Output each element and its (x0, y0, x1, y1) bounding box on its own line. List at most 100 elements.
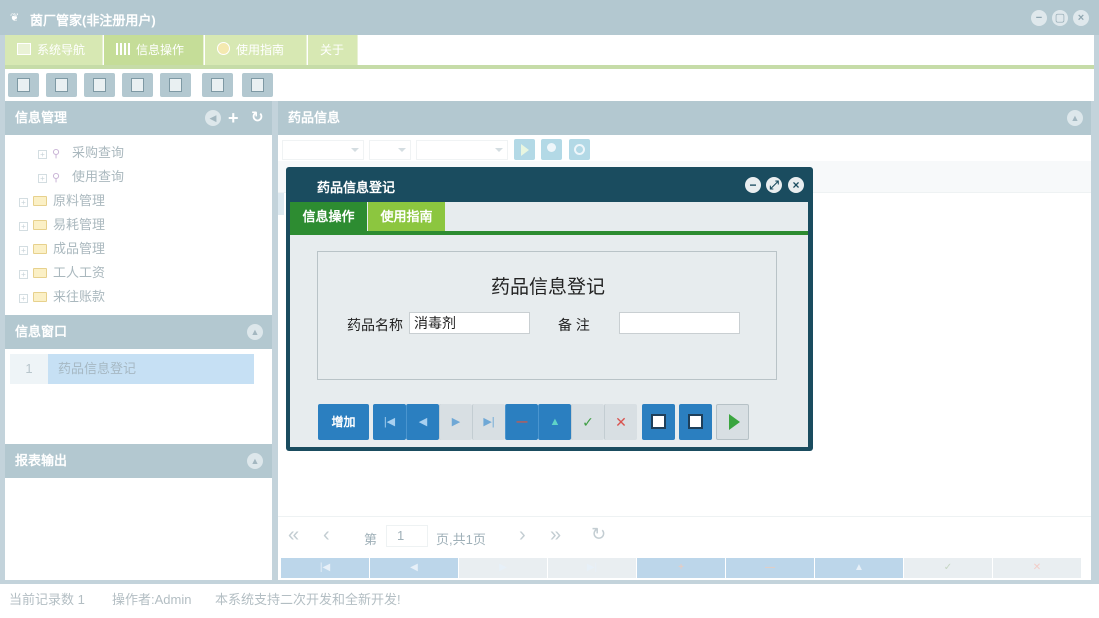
user-search-icon (547, 143, 556, 152)
remark-input[interactable] (619, 312, 740, 334)
search-tool-button[interactable] (8, 73, 39, 97)
tree-item-accounts[interactable]: + 来往账款 (19, 285, 105, 309)
next-button[interactable]: ▶ (439, 404, 472, 440)
monitor-icon (17, 43, 31, 55)
dialog-tab-user-guide[interactable]: 使用指南 (368, 202, 445, 231)
preview-icon (688, 414, 703, 429)
reset-button[interactable] (569, 139, 590, 160)
info-window-header: 信息窗口 ▲ (5, 315, 272, 349)
dialog-body: 信息操作 使用指南 药品信息登记 药品名称 备 注 增加 |◀ ◀ ▶ ▶| —… (290, 202, 808, 447)
first-button[interactable]: |◀ (373, 404, 406, 440)
delete-record-button[interactable]: — (726, 558, 814, 578)
last-page-icon[interactable]: » (550, 524, 561, 547)
next-record-button[interactable]: ▶ (459, 558, 547, 578)
tree-item-wages[interactable]: + 工人工资 (19, 261, 105, 285)
first-page-icon[interactable]: « (288, 524, 299, 547)
main-tab-bar: 系统导航 信息操作 使用指南 关于 (5, 35, 1094, 69)
tree-item-label: 来往账款 (53, 289, 106, 304)
info-window-body: 1 药品信息登记 (5, 349, 272, 444)
user-icon (131, 78, 144, 92)
collapse-icon[interactable]: ▲ (247, 453, 263, 469)
last-button[interactable]: ▶| (472, 404, 505, 440)
add-icon[interactable]: + (228, 101, 239, 135)
collapse-icon[interactable]: ▲ (247, 324, 263, 340)
refresh-page-icon[interactable]: ↻ (591, 524, 606, 545)
prev-page-icon[interactable]: ‹ (323, 524, 330, 547)
tree-item-label: 工人工资 (53, 265, 106, 280)
dialog-title: 药品信息登记 (317, 180, 396, 195)
tab-system-nav[interactable]: 系统导航 (5, 35, 103, 65)
preview-tool-button[interactable] (160, 73, 191, 97)
user-tool-button[interactable] (122, 73, 153, 97)
next-page-icon[interactable]: › (519, 524, 526, 547)
expand-icon: + (19, 246, 28, 255)
tree-item-raw-material[interactable]: + 原料管理 (19, 189, 105, 213)
preview-icon (169, 78, 182, 92)
expand-icon: + (38, 150, 47, 159)
prev-button[interactable]: ◀ (406, 404, 439, 440)
grid-icon (116, 43, 130, 55)
run-button[interactable] (716, 404, 749, 440)
tree-item-label: 成品管理 (53, 241, 106, 256)
confirm-record-button[interactable]: ✓ (904, 558, 992, 578)
expand-icon: + (38, 174, 47, 183)
tree-item-label: 采购查询 (72, 145, 125, 160)
collapse-icon[interactable]: ▲ (1067, 110, 1083, 126)
play-icon (729, 414, 740, 430)
drug-name-label: 药品名称 (347, 317, 403, 333)
delete-button[interactable]: — (505, 404, 538, 440)
panel-title: 信息管理 (15, 110, 68, 125)
print-button[interactable] (642, 404, 675, 440)
filter-operator-select[interactable] (369, 140, 411, 160)
drug-name-input[interactable] (409, 312, 530, 334)
export-tool-button[interactable] (202, 73, 233, 97)
dialog-maximize-icon[interactable]: ⤢ (766, 177, 782, 193)
restore-icon[interactable]: ▢ (1052, 10, 1068, 26)
cancel-button[interactable]: ✕ (604, 404, 637, 440)
document-tool-button[interactable] (84, 73, 115, 97)
dialog-minimize-icon[interactable]: − (745, 177, 761, 193)
minimize-icon[interactable]: − (1031, 10, 1047, 26)
filter-value-select[interactable] (416, 140, 508, 160)
first-record-button[interactable]: |◀ (281, 558, 369, 578)
dialog-tab-info-ops[interactable]: 信息操作 (290, 202, 367, 231)
folder-icon (33, 220, 47, 230)
search-icon (17, 78, 30, 92)
list-icon (55, 78, 68, 92)
tree-item-consumables[interactable]: + 易耗管理 (19, 213, 105, 237)
dialog-close-icon[interactable]: × (788, 177, 804, 193)
tab-info-ops[interactable]: 信息操作 (104, 35, 204, 65)
info-mgmt-header: 信息管理 ◀ + ↻ (5, 101, 272, 135)
prev-record-button[interactable]: ◀ (370, 558, 458, 578)
back-icon[interactable]: ◀ (205, 110, 221, 126)
tree-item-usage-query[interactable]: + ⚲ 使用查询 (38, 165, 124, 189)
app-title: 茵厂管家(非注册用户) (30, 13, 156, 28)
info-window-row[interactable]: 药品信息登记 (48, 354, 254, 384)
printer-icon (651, 414, 666, 429)
refresh-icon[interactable]: ↻ (251, 101, 264, 135)
page-number-input[interactable]: 1 (386, 525, 428, 547)
filter-field-select[interactable] (282, 140, 364, 160)
dialog-tab-bar: 信息操作 使用指南 (290, 202, 808, 235)
user-search-button[interactable] (541, 139, 562, 160)
tab-user-guide[interactable]: 使用指南 (205, 35, 307, 65)
tree-item-purchase-query[interactable]: + ⚲ 采购查询 (38, 141, 124, 165)
print-tool-button[interactable] (242, 73, 273, 97)
add-button[interactable]: 增加 (318, 404, 369, 440)
last-record-button[interactable]: ▶| (548, 558, 636, 578)
close-icon[interactable]: × (1073, 10, 1089, 26)
run-query-button[interactable] (514, 139, 535, 160)
panel-title: 报表输出 (15, 453, 68, 468)
add-record-button[interactable]: + (637, 558, 725, 578)
tree-item-products[interactable]: + 成品管理 (19, 237, 105, 261)
tab-about[interactable]: 关于 (308, 35, 358, 65)
edit-button[interactable]: ▲ (538, 404, 571, 440)
edit-record-button[interactable]: ▲ (815, 558, 903, 578)
preview-button[interactable] (679, 404, 712, 440)
cancel-record-button[interactable]: ✕ (993, 558, 1081, 578)
export-icon (211, 78, 224, 92)
confirm-button[interactable]: ✓ (571, 404, 604, 440)
list-tool-button[interactable] (46, 73, 77, 97)
tree-item-label: 易耗管理 (53, 217, 106, 232)
pager-suffix: 页,共1页 (436, 532, 486, 547)
